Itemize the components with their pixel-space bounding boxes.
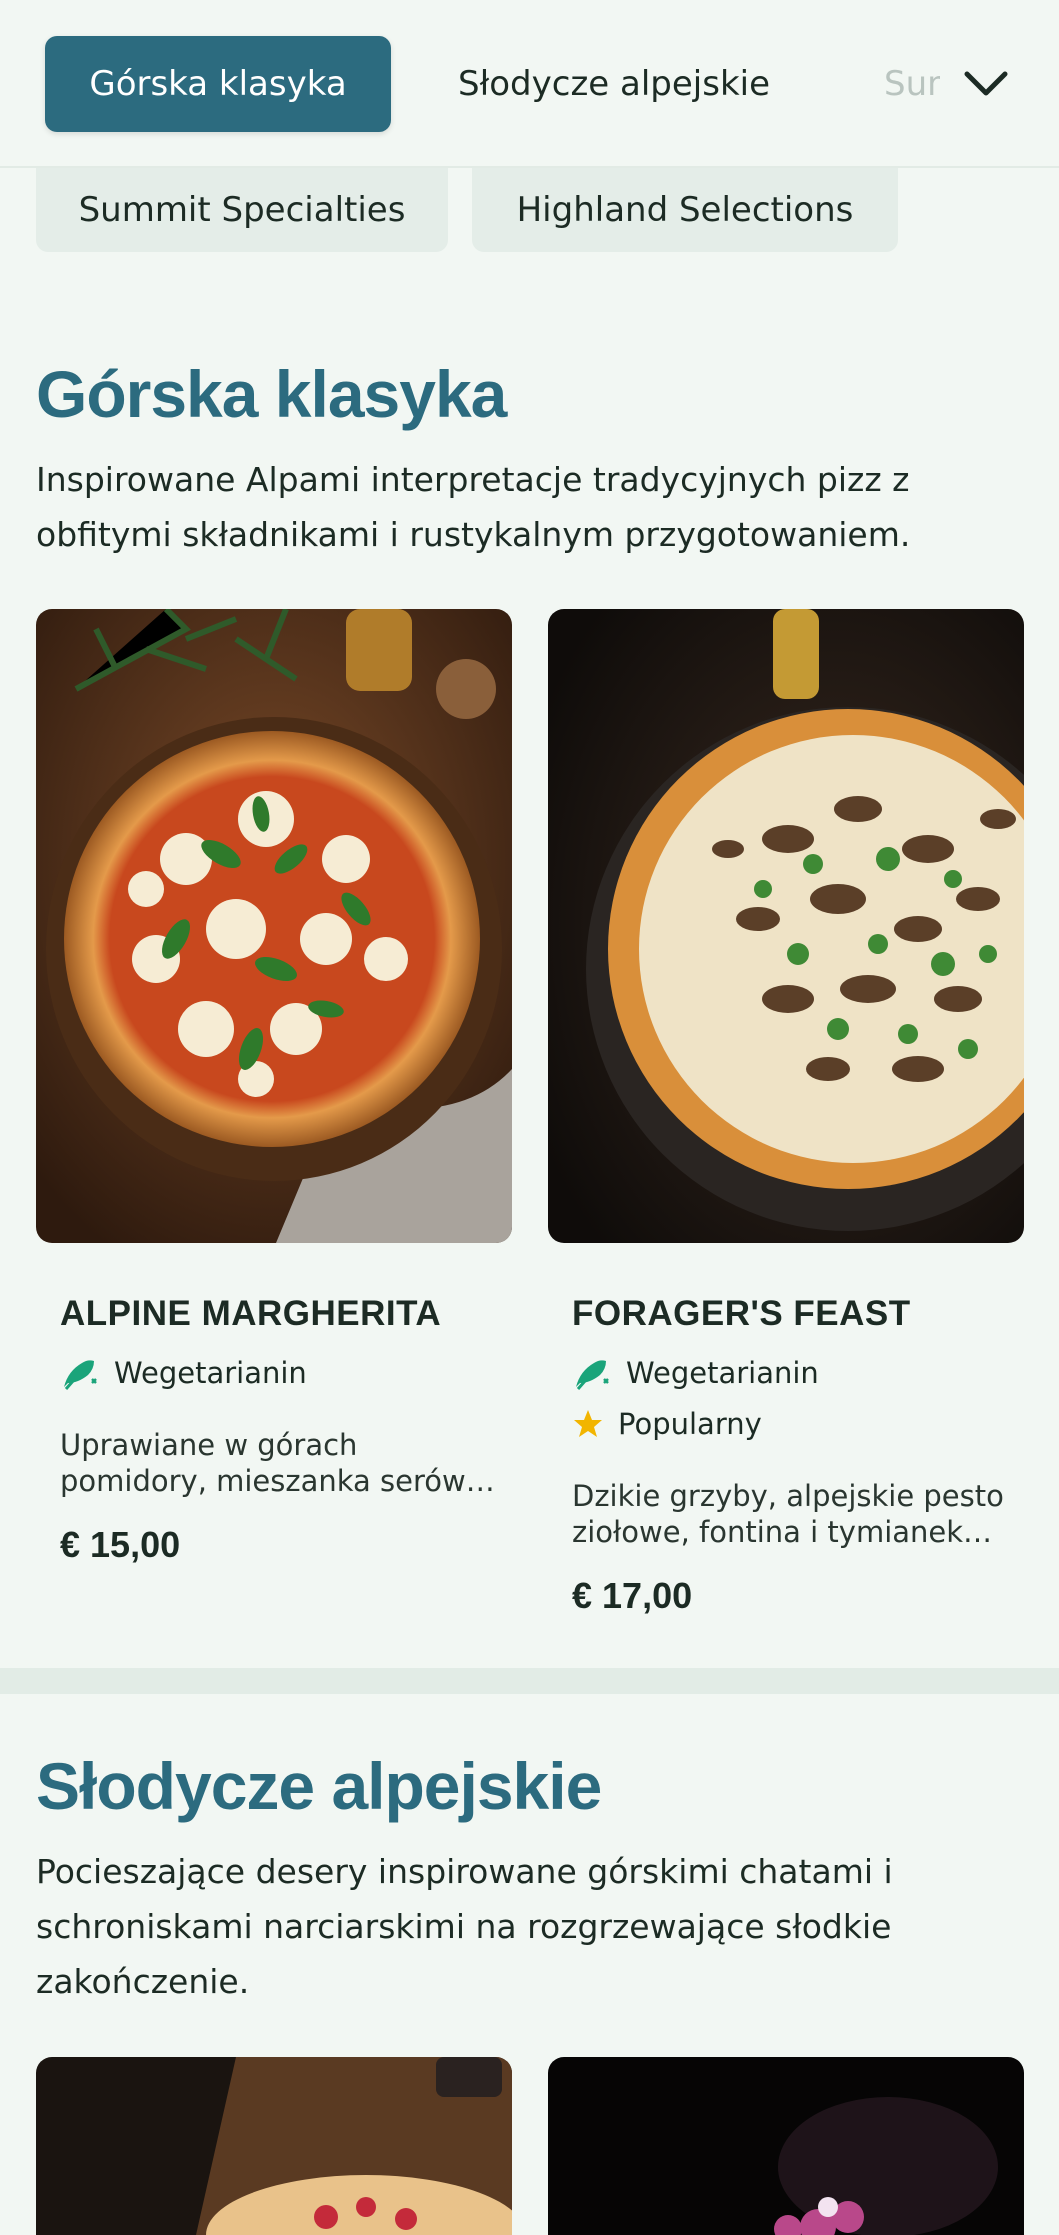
section-title: Górska klasyka bbox=[36, 357, 507, 431]
section-divider bbox=[0, 1668, 1059, 1694]
tag-label: Wegetarianin bbox=[114, 1356, 307, 1390]
tab-slodycze-alpejskie[interactable]: Słodycze alpejskie bbox=[458, 36, 770, 132]
item-name[interactable]: ALPINE MARGHERITA bbox=[60, 1294, 441, 1334]
section-description: Pocieszające desery inspirowane górskimi… bbox=[36, 1852, 893, 2001]
section-title: Słodycze alpejskie bbox=[36, 1749, 602, 1823]
category-nav: Górska klasyka Słodycze alpejskie Summit… bbox=[0, 0, 1059, 168]
tag-popular: Popularny bbox=[572, 1404, 762, 1444]
chevron-down-icon[interactable] bbox=[960, 58, 1012, 110]
pizza-image-foragers-feast[interactable] bbox=[548, 609, 1024, 1243]
category-pill-summit-specialties[interactable]: Summit Specialties bbox=[36, 168, 448, 252]
tag-vegetarian: Wegetarianin bbox=[60, 1353, 307, 1393]
item-name[interactable]: FORAGER'S FEAST bbox=[572, 1294, 911, 1334]
item-price: € 17,00 bbox=[572, 1575, 693, 1616]
tag-label: Popularny bbox=[618, 1407, 762, 1441]
vegetarian-icon bbox=[572, 1353, 612, 1393]
item-description: Dzikie grzyby, alpejskie pesto ziołowe, … bbox=[572, 1479, 1004, 1549]
tag-label: Wegetarianin bbox=[626, 1356, 819, 1390]
item-description: Uprawiane w górach pomidory, mieszanka s… bbox=[60, 1428, 495, 1498]
tag-vegetarian: Wegetarianin bbox=[572, 1353, 819, 1393]
category-pill-highland-selections[interactable]: Highland Selections bbox=[472, 168, 898, 252]
star-icon bbox=[572, 1404, 604, 1444]
item-price: € 15,00 bbox=[60, 1524, 181, 1565]
pizza-image-alpine-margherita[interactable] bbox=[36, 609, 512, 1243]
tab-gorska-klasyka[interactable]: Górska klasyka bbox=[45, 36, 391, 132]
vegetarian-icon bbox=[60, 1353, 100, 1393]
tab-summit-specialties[interactable]: Summit Specialties bbox=[884, 36, 940, 132]
dessert-image-1[interactable] bbox=[36, 2057, 512, 2235]
dessert-image-2[interactable] bbox=[548, 2057, 1024, 2235]
section-description: Inspirowane Alpami interpretacje tradycy… bbox=[36, 460, 911, 554]
